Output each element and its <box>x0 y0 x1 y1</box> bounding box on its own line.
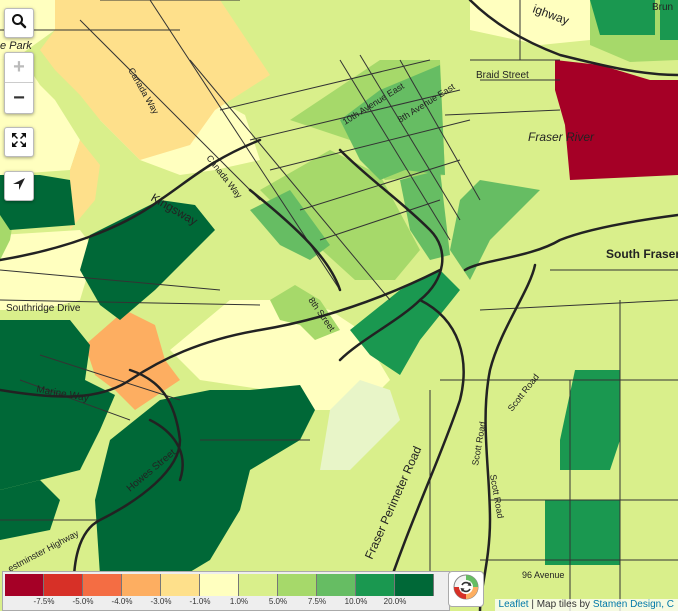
stamen-link[interactable]: Stamen Design, C <box>593 599 674 610</box>
search-button[interactable] <box>4 8 34 38</box>
legend-label: 7.5% <box>307 597 327 606</box>
fullscreen-icon <box>11 132 27 153</box>
legend: -7.5% -5.0% -4.0% -3.0% -1.0% 1.0% 5.0% 7.5% 10.… <box>2 571 450 611</box>
label-south-fraser: South Fraser <box>606 247 678 261</box>
legend-label: 1.0% <box>229 597 249 606</box>
locate-arrow-icon <box>11 176 27 197</box>
legend-label: 20.0% <box>383 597 407 606</box>
label-fraser-river: Fraser River <box>528 130 595 144</box>
zoom-in-button[interactable]: + <box>5 53 33 83</box>
map-attribution: Leaflet | Map tiles by Stamen Design, C <box>494 599 678 611</box>
locate-button[interactable] <box>4 171 34 201</box>
label-park: e Park <box>0 40 32 52</box>
choropleth-map[interactable]: e Park Canada Way Canada Way Kingsway 10… <box>0 0 678 611</box>
legend-swatch <box>356 574 395 596</box>
leaflet-link[interactable]: Leaflet <box>499 599 529 610</box>
legend-swatch <box>239 574 278 596</box>
legend-swatch <box>5 574 44 596</box>
legend-swatch <box>161 574 200 596</box>
search-icon <box>11 13 27 34</box>
legend-swatch <box>278 574 317 596</box>
zoom-control: + − <box>4 52 34 114</box>
legend-refresh-button[interactable] <box>448 571 484 607</box>
legend-swatch <box>200 574 239 596</box>
legend-label: 10.0% <box>344 597 368 606</box>
attribution-separator: | Map tiles by <box>528 599 593 610</box>
label-southridge-drive: Southridge Drive <box>6 303 81 314</box>
refresh-icon <box>452 573 480 606</box>
legend-label: -1.0% <box>189 597 211 606</box>
fullscreen-button[interactable] <box>4 127 34 157</box>
legend-swatches <box>5 574 434 596</box>
label-brun: Brun <box>652 2 673 13</box>
legend-swatch <box>83 574 122 596</box>
legend-label: -4.0% <box>111 597 133 606</box>
legend-label: 5.0% <box>268 597 288 606</box>
legend-label: -7.5% <box>33 597 55 606</box>
legend-swatch <box>122 574 161 596</box>
zoom-out-button[interactable]: − <box>5 83 33 113</box>
legend-swatch <box>395 574 434 596</box>
legend-label: -3.0% <box>150 597 172 606</box>
label-braid-street: Braid Street <box>476 70 529 81</box>
label-96-avenue: 96 Avenue <box>522 570 564 580</box>
legend-label: -5.0% <box>72 597 94 606</box>
legend-swatch <box>44 574 83 596</box>
legend-swatch <box>317 574 356 596</box>
